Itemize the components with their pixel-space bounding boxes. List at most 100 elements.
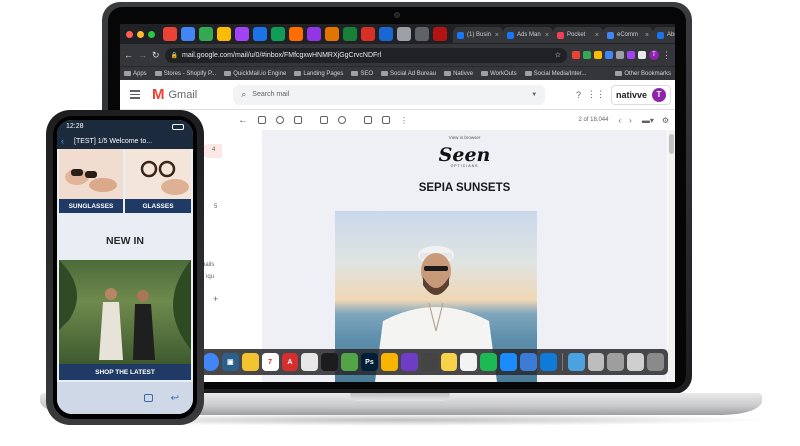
- preview-app-icon[interactable]: ▣: [221, 353, 239, 371]
- pinned-tab-icon[interactable]: [289, 27, 303, 41]
- chrome-app-icon[interactable]: [202, 353, 219, 371]
- maximize-window-button[interactable]: [148, 30, 155, 38]
- extension-icon[interactable]: [605, 51, 613, 59]
- delete-icon[interactable]: [294, 116, 302, 124]
- pinned-tab-icon[interactable]: [325, 27, 339, 41]
- extension-icon[interactable]: [572, 51, 580, 59]
- bookmark-item[interactable]: Landing Pages: [294, 71, 343, 77]
- sidebar-label-fragment[interactable]: iqu: [206, 274, 214, 280]
- label-icon[interactable]: [382, 116, 390, 124]
- purple-app-icon[interactable]: [400, 353, 418, 371]
- browser-tab[interactable]: eComm ×: [603, 27, 653, 43]
- extension-icon[interactable]: [627, 51, 635, 59]
- browser-tab[interactable]: Ads Man ×: [503, 27, 553, 43]
- other-bookmarks[interactable]: Other Bookmarks: [615, 71, 671, 77]
- search-icon[interactable]: ⌕: [241, 89, 246, 100]
- appstore-app-icon[interactable]: [500, 353, 517, 371]
- disk-app-icon[interactable]: [587, 353, 605, 371]
- add-label-icon[interactable]: +: [213, 294, 218, 304]
- spotify-app-icon[interactable]: [480, 353, 498, 371]
- close-tab-icon[interactable]: ×: [595, 32, 599, 39]
- pinned-tab-icon[interactable]: [235, 27, 249, 41]
- bookmark-item[interactable]: Stores - Shopify P...: [154, 71, 216, 77]
- pinned-tab-icon[interactable]: [217, 27, 231, 41]
- account-switcher[interactable]: nativve T: [610, 84, 671, 105]
- close-window-button[interactable]: [126, 30, 133, 38]
- apps-grid-icon[interactable]: ⋮⋮: [587, 89, 605, 100]
- glasses-button[interactable]: GLASSES: [125, 199, 191, 213]
- extension-icon[interactable]: [583, 51, 591, 59]
- browser-tab[interactable]: Pocket ×: [553, 27, 603, 43]
- gmail-logo-icon[interactable]: M: [152, 86, 165, 103]
- close-tab-icon[interactable]: ×: [645, 32, 649, 39]
- sunglasses-button[interactable]: SUNGLASSES: [59, 199, 123, 213]
- prev-message-icon[interactable]: ‹: [618, 116, 621, 125]
- bookmark-item[interactable]: Apps: [124, 71, 147, 77]
- green-app-icon[interactable]: [341, 353, 358, 371]
- pinned-tab-icon[interactable]: [343, 27, 357, 41]
- calendar-app-icon[interactable]: 7: [261, 353, 279, 371]
- pinned-tab-icon[interactable]: [379, 27, 393, 41]
- reply-icon[interactable]: ↩: [171, 393, 179, 404]
- move-to-icon[interactable]: [364, 116, 372, 124]
- more-options-icon[interactable]: ⋮: [400, 116, 408, 125]
- minimize-window-button[interactable]: [137, 30, 144, 38]
- report-spam-icon[interactable]: [276, 116, 284, 124]
- edge-app-icon[interactable]: [539, 353, 557, 371]
- email-scrollbar[interactable]: [668, 130, 675, 382]
- shop-latest-button[interactable]: SHOP THE LATEST: [59, 364, 191, 380]
- monitor-app-icon[interactable]: [420, 353, 438, 371]
- forward-arrow-icon[interactable]: →: [138, 50, 147, 60]
- bookmark-item[interactable]: QuickMail.io Engine: [224, 71, 286, 77]
- pinned-tab-icon[interactable]: [271, 27, 285, 41]
- mail-app-icon[interactable]: [607, 353, 625, 371]
- glasses-photo[interactable]: [125, 149, 191, 199]
- folder-app-icon[interactable]: [567, 353, 585, 371]
- input-tools-icon[interactable]: ▬▾: [642, 116, 654, 125]
- bookmark-item[interactable]: WorkOuts: [481, 71, 517, 77]
- pinned-tab-icon[interactable]: [253, 27, 267, 41]
- extension-icon[interactable]: [616, 51, 624, 59]
- star-icon[interactable]: ☆: [555, 51, 561, 59]
- settings-gear-icon[interactable]: ⚙: [662, 116, 669, 125]
- archive-icon[interactable]: [258, 116, 266, 124]
- extension-icon[interactable]: [638, 51, 646, 59]
- sketch-app-icon[interactable]: [380, 353, 398, 371]
- bookmark-item[interactable]: SEO: [351, 71, 373, 77]
- bookmark-item[interactable]: Social Ad Bureau: [381, 71, 436, 77]
- downloads-app-icon[interactable]: [627, 353, 645, 371]
- pinned-tab-icon[interactable]: [163, 27, 177, 41]
- cyberduck-app-icon[interactable]: [241, 353, 259, 371]
- profile-avatar[interactable]: T: [649, 50, 659, 60]
- pinned-tab-icon[interactable]: [361, 27, 375, 41]
- reload-icon[interactable]: ↻: [152, 50, 160, 61]
- bookmark-item[interactable]: Nativve: [444, 71, 473, 77]
- snooze-icon[interactable]: [338, 116, 346, 124]
- acrobat-app-icon[interactable]: A: [281, 353, 299, 371]
- url-omnibox[interactable]: 🔒 mail.google.com/mail/u/0/#inbox/FMfcgx…: [164, 47, 567, 63]
- search-options-icon[interactable]: ▼: [531, 92, 537, 98]
- menu-dots-icon[interactable]: ⋮: [662, 50, 671, 61]
- pinned-tab-icon[interactable]: [307, 27, 321, 41]
- search-input[interactable]: ⌕ Search mail ▼: [233, 84, 546, 105]
- view-in-browser-link[interactable]: View in browser: [262, 135, 667, 140]
- browser-tab[interactable]: (1) Busin ×: [453, 27, 503, 43]
- notes-app-icon[interactable]: [440, 353, 458, 371]
- mark-unread-icon[interactable]: [320, 116, 328, 124]
- scrollbar-thumb[interactable]: [669, 134, 674, 154]
- notes2-app-icon[interactable]: [460, 353, 478, 371]
- trash-app-icon[interactable]: [647, 353, 665, 371]
- browser-tab[interactable]: About -×: [653, 27, 675, 43]
- main-menu-icon[interactable]: [130, 90, 140, 99]
- back-arrow-icon[interactable]: ←: [124, 50, 133, 60]
- pinned-tab-icon[interactable]: [199, 27, 213, 41]
- close-tab-icon[interactable]: ×: [495, 32, 499, 39]
- archive-icon[interactable]: [143, 394, 153, 402]
- photoshop-app-icon[interactable]: Ps: [361, 353, 378, 371]
- back-to-inbox-icon[interactable]: ←: [238, 115, 248, 126]
- bookmark-item[interactable]: Social Media/Inter...: [524, 71, 586, 77]
- pinned-tab-icon[interactable]: [433, 27, 447, 41]
- finder-app-icon[interactable]: [301, 353, 319, 371]
- close-tab-icon[interactable]: ×: [545, 32, 549, 39]
- sunglasses-photo[interactable]: [59, 149, 123, 199]
